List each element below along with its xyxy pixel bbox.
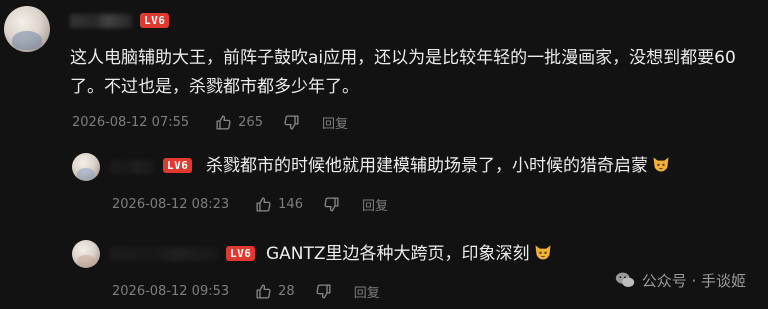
level-badge: LV6: [226, 246, 256, 261]
comment-text-content: GANTZ里边各种大跨页，印象深刻: [266, 244, 530, 264]
comment-text: GANTZ里边各种大跨页，印象深刻: [266, 240, 553, 269]
level-badge: LV6: [140, 13, 170, 28]
comment-text: 杀戮都市的时候他就用建模辅助场景了，小时候的猎奇启蒙: [206, 152, 671, 181]
like-count: 28: [278, 284, 295, 299]
watermark: 公众号 · 手谈姬: [614, 269, 746, 291]
timestamp: 2026-08-12 09:53: [112, 284, 230, 299]
comment-meta: 2026-08-12 08:23 146 回复: [112, 195, 388, 214]
thumbs-up-icon: [216, 115, 231, 130]
reply-button[interactable]: 回复: [354, 282, 380, 301]
comment-text-content: 杀戮都市的时候他就用建模辅助场景了，小时候的猎奇启蒙: [206, 156, 648, 176]
like-button[interactable]: 146: [255, 196, 303, 213]
like-button[interactable]: 28: [255, 283, 295, 300]
thumbs-up-icon: [256, 197, 271, 212]
like-button[interactable]: 265: [215, 114, 263, 131]
comment-meta: 2026-08-12 07:55 265 回复: [72, 113, 348, 132]
comment-meta: 2026-08-12 09:53 28 回复: [112, 282, 380, 301]
like-count: 146: [278, 197, 303, 212]
cat-emoji-icon: [653, 157, 669, 172]
timestamp: 2026-08-12 08:23: [112, 197, 230, 212]
wechat-icon: [615, 272, 634, 288]
username-blurred[interactable]: [70, 14, 132, 28]
dislike-button[interactable]: [323, 196, 340, 213]
comment-text-line-1: 这人电脑辅助大王，前阵子鼓吹ai应用，还以为是比较年轻的一批漫画家，没想到都要6…: [70, 48, 736, 68]
watermark-text: 公众号 · 手谈姬: [641, 271, 746, 290]
avatar[interactable]: [4, 6, 50, 52]
avatar[interactable]: [72, 153, 100, 181]
thumbs-down-icon: [316, 284, 331, 299]
dislike-button[interactable]: [283, 114, 300, 131]
reply-button[interactable]: 回复: [362, 195, 388, 214]
username-blurred[interactable]: [110, 160, 154, 174]
username-blurred[interactable]: [110, 247, 218, 261]
cat-emoji-icon: [535, 245, 551, 260]
timestamp: 2026-08-12 07:55: [72, 115, 190, 130]
like-count: 265: [238, 115, 263, 130]
thumbs-up-icon: [256, 284, 271, 299]
thumbs-down-icon: [284, 115, 299, 130]
thumbs-down-icon: [324, 197, 339, 212]
dislike-button[interactable]: [315, 283, 332, 300]
avatar[interactable]: [72, 240, 100, 268]
reply-button[interactable]: 回复: [322, 113, 348, 132]
level-badge: LV6: [163, 158, 193, 173]
comment-text-line-2: 了。不过也是，杀戮都市都多少年了。: [70, 77, 359, 97]
